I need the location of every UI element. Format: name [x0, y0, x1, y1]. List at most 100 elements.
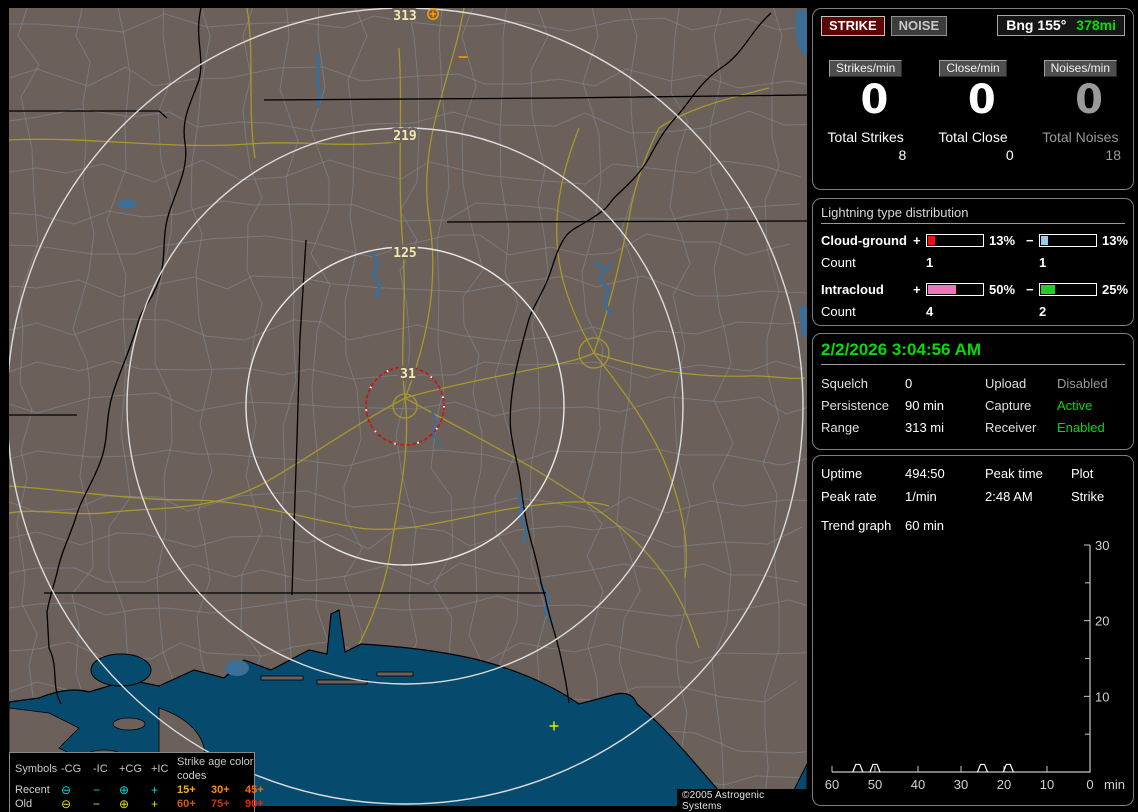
pos-cg-recent-icon: ⊕	[119, 783, 130, 797]
peak-rate-label: Peak rate	[821, 489, 877, 504]
ic-positive-bar	[926, 283, 984, 296]
lightning-map[interactable]: 313 219 125 31 Symbols -CG -IC +CG +IC S…	[9, 8, 807, 812]
trend-x-tick-label: 30	[954, 777, 968, 792]
neg-ic-old-icon: −	[93, 797, 101, 811]
trend-x-unit-label: min	[1104, 777, 1125, 792]
trend-strike-peak	[976, 763, 989, 773]
intracloud-label: Intracloud	[821, 282, 884, 297]
trend-y-tick-label: 10	[1095, 689, 1109, 704]
noise-mode-button[interactable]: NOISE	[890, 15, 948, 36]
ic-negative-count: 2	[1039, 304, 1047, 319]
age-code-90: 90+	[245, 798, 264, 810]
legend-row-label-recent: Recent	[15, 784, 50, 796]
trend-section: Uptime 494:50 Peak time Plot Peak rate 1…	[812, 455, 1134, 806]
datetime-display: 2/2/2026 3:04:56 AM	[821, 340, 1125, 365]
receiver-label: Receiver	[985, 420, 1037, 435]
receiver-status: Enabled	[1057, 420, 1105, 435]
copyright-label: ©2005 Astrogenic Systems	[677, 789, 807, 812]
bearing-range: 378mi	[1076, 17, 1116, 33]
distribution-section: Lightning type distribution Cloud-ground…	[812, 198, 1134, 326]
cg-negative-bar	[1039, 234, 1097, 247]
legend-col-pos-ic: +IC	[151, 763, 169, 775]
total-close-value: 0	[1005, 147, 1014, 163]
upload-status: Disabled	[1057, 376, 1108, 391]
plus-sign: +	[913, 233, 921, 248]
capture-label: Capture	[985, 398, 1032, 413]
trend-x-tick-label: 0	[1086, 777, 1093, 792]
trend-x-tick-label: 60	[825, 777, 839, 792]
plot-type-value: Strike	[1071, 489, 1105, 504]
ic-count-label: Count	[821, 304, 856, 319]
app-window: 313 219 125 31 Symbols -CG -IC +CG +IC S…	[0, 0, 1138, 812]
pos-ic-recent-icon: +	[151, 783, 159, 797]
strikes-per-min-button[interactable]: Strikes/min	[828, 60, 903, 77]
age-code-15: 15+	[177, 784, 196, 796]
squelch-value: 0	[905, 376, 913, 391]
counters-section: STRIKE NOISE Bng 155° 378mi Strikes/min C…	[812, 8, 1134, 190]
ring-label-125: 125	[393, 246, 416, 261]
peak-time-label: Peak time	[985, 466, 1043, 481]
ic-positive-pct: 50%	[989, 282, 1016, 297]
trend-x-tick-label: 10	[1040, 777, 1054, 792]
total-noises-label: Total Noises	[1042, 129, 1119, 145]
age-code-30: 30+	[211, 784, 230, 796]
legend-col-neg-cg: -CG	[61, 763, 82, 775]
pos-ic-old-icon: +	[151, 797, 159, 811]
close-per-min-button[interactable]: Close/min	[939, 60, 1007, 77]
trend-strike-peak	[1002, 763, 1014, 773]
total-strikes-label: Total Strikes	[827, 129, 904, 145]
trend-y-tick-label: 30	[1095, 538, 1109, 553]
legend-col-pos-cg: +CG	[119, 763, 142, 775]
noises-per-min-value: 0	[1075, 77, 1103, 123]
total-strikes-value: 8	[898, 147, 907, 163]
trend-x-tick-label: 50	[868, 777, 882, 792]
capture-status: Active	[1057, 398, 1093, 413]
persistence-value: 90 min	[905, 398, 945, 413]
age-code-75: 75+	[211, 798, 230, 810]
uptime-label: Uptime	[821, 466, 863, 481]
status-section: 2/2/2026 3:04:56 AM Squelch 0 Upload Dis…	[812, 333, 1134, 450]
uptime-value: 494:50	[905, 466, 945, 481]
legend-symbols-header: Symbols	[15, 763, 58, 775]
cg-positive-count: 1	[926, 255, 934, 270]
trend-strike-peak	[852, 763, 864, 773]
close-per-min-value: 0	[967, 77, 996, 123]
trend-axes	[832, 545, 1091, 773]
cg-count-label: Count	[821, 255, 856, 270]
bearing-readout: Bng 155° 378mi	[997, 15, 1125, 36]
trend-graph-label: Trend graph	[821, 518, 892, 533]
strike-mode-button[interactable]: STRIKE	[821, 15, 885, 36]
range-label: Range	[821, 420, 860, 435]
persistence-label: Persistence	[821, 398, 889, 413]
trend-graph-window: 60 min	[905, 518, 945, 533]
ring-label-219: 219	[393, 129, 416, 144]
side-panel: STRIKE NOISE Bng 155° 378mi Strikes/min C…	[812, 8, 1134, 806]
total-noises-value: 18	[1105, 147, 1121, 163]
strikes-per-min-value: 0	[860, 77, 889, 123]
noises-per-min-button[interactable]: Noises/min	[1043, 60, 1117, 77]
peak-rate-value: 1/min	[905, 489, 937, 504]
plot-label: Plot	[1071, 466, 1094, 481]
trend-x-tick-label: 40	[911, 777, 925, 792]
legend-age-header: Strike age color codes	[177, 756, 254, 782]
upload-label: Upload	[985, 376, 1027, 391]
trend-y-tick-label: 20	[1095, 614, 1109, 629]
peak-time-value: 2:48 AM	[985, 489, 1033, 504]
bearing-label: Bng 155°	[1006, 17, 1067, 33]
ic-negative-bar	[1039, 283, 1097, 296]
trend-graph-chart: 60 50 40 30 20 10 0 min 10 20 30	[825, 538, 1125, 792]
age-code-45: 45+	[245, 784, 264, 796]
ring-label-313: 313	[393, 9, 416, 24]
range-value: 313 mi	[905, 420, 945, 435]
distribution-title: Lightning type distribution	[821, 205, 1125, 224]
age-code-60: 60+	[177, 798, 196, 810]
cg-negative-pct: 13%	[1102, 233, 1129, 248]
neg-cg-old-icon: ⊖	[61, 797, 72, 811]
cg-negative-count: 1	[1039, 255, 1047, 270]
minus-sign: −	[1026, 282, 1034, 297]
ring-label-31: 31	[400, 367, 416, 382]
minus-sign: −	[1026, 233, 1034, 248]
squelch-label: Squelch	[821, 376, 868, 391]
legend-col-neg-ic: -IC	[93, 763, 108, 775]
cloud-ground-label: Cloud-ground	[821, 233, 907, 248]
